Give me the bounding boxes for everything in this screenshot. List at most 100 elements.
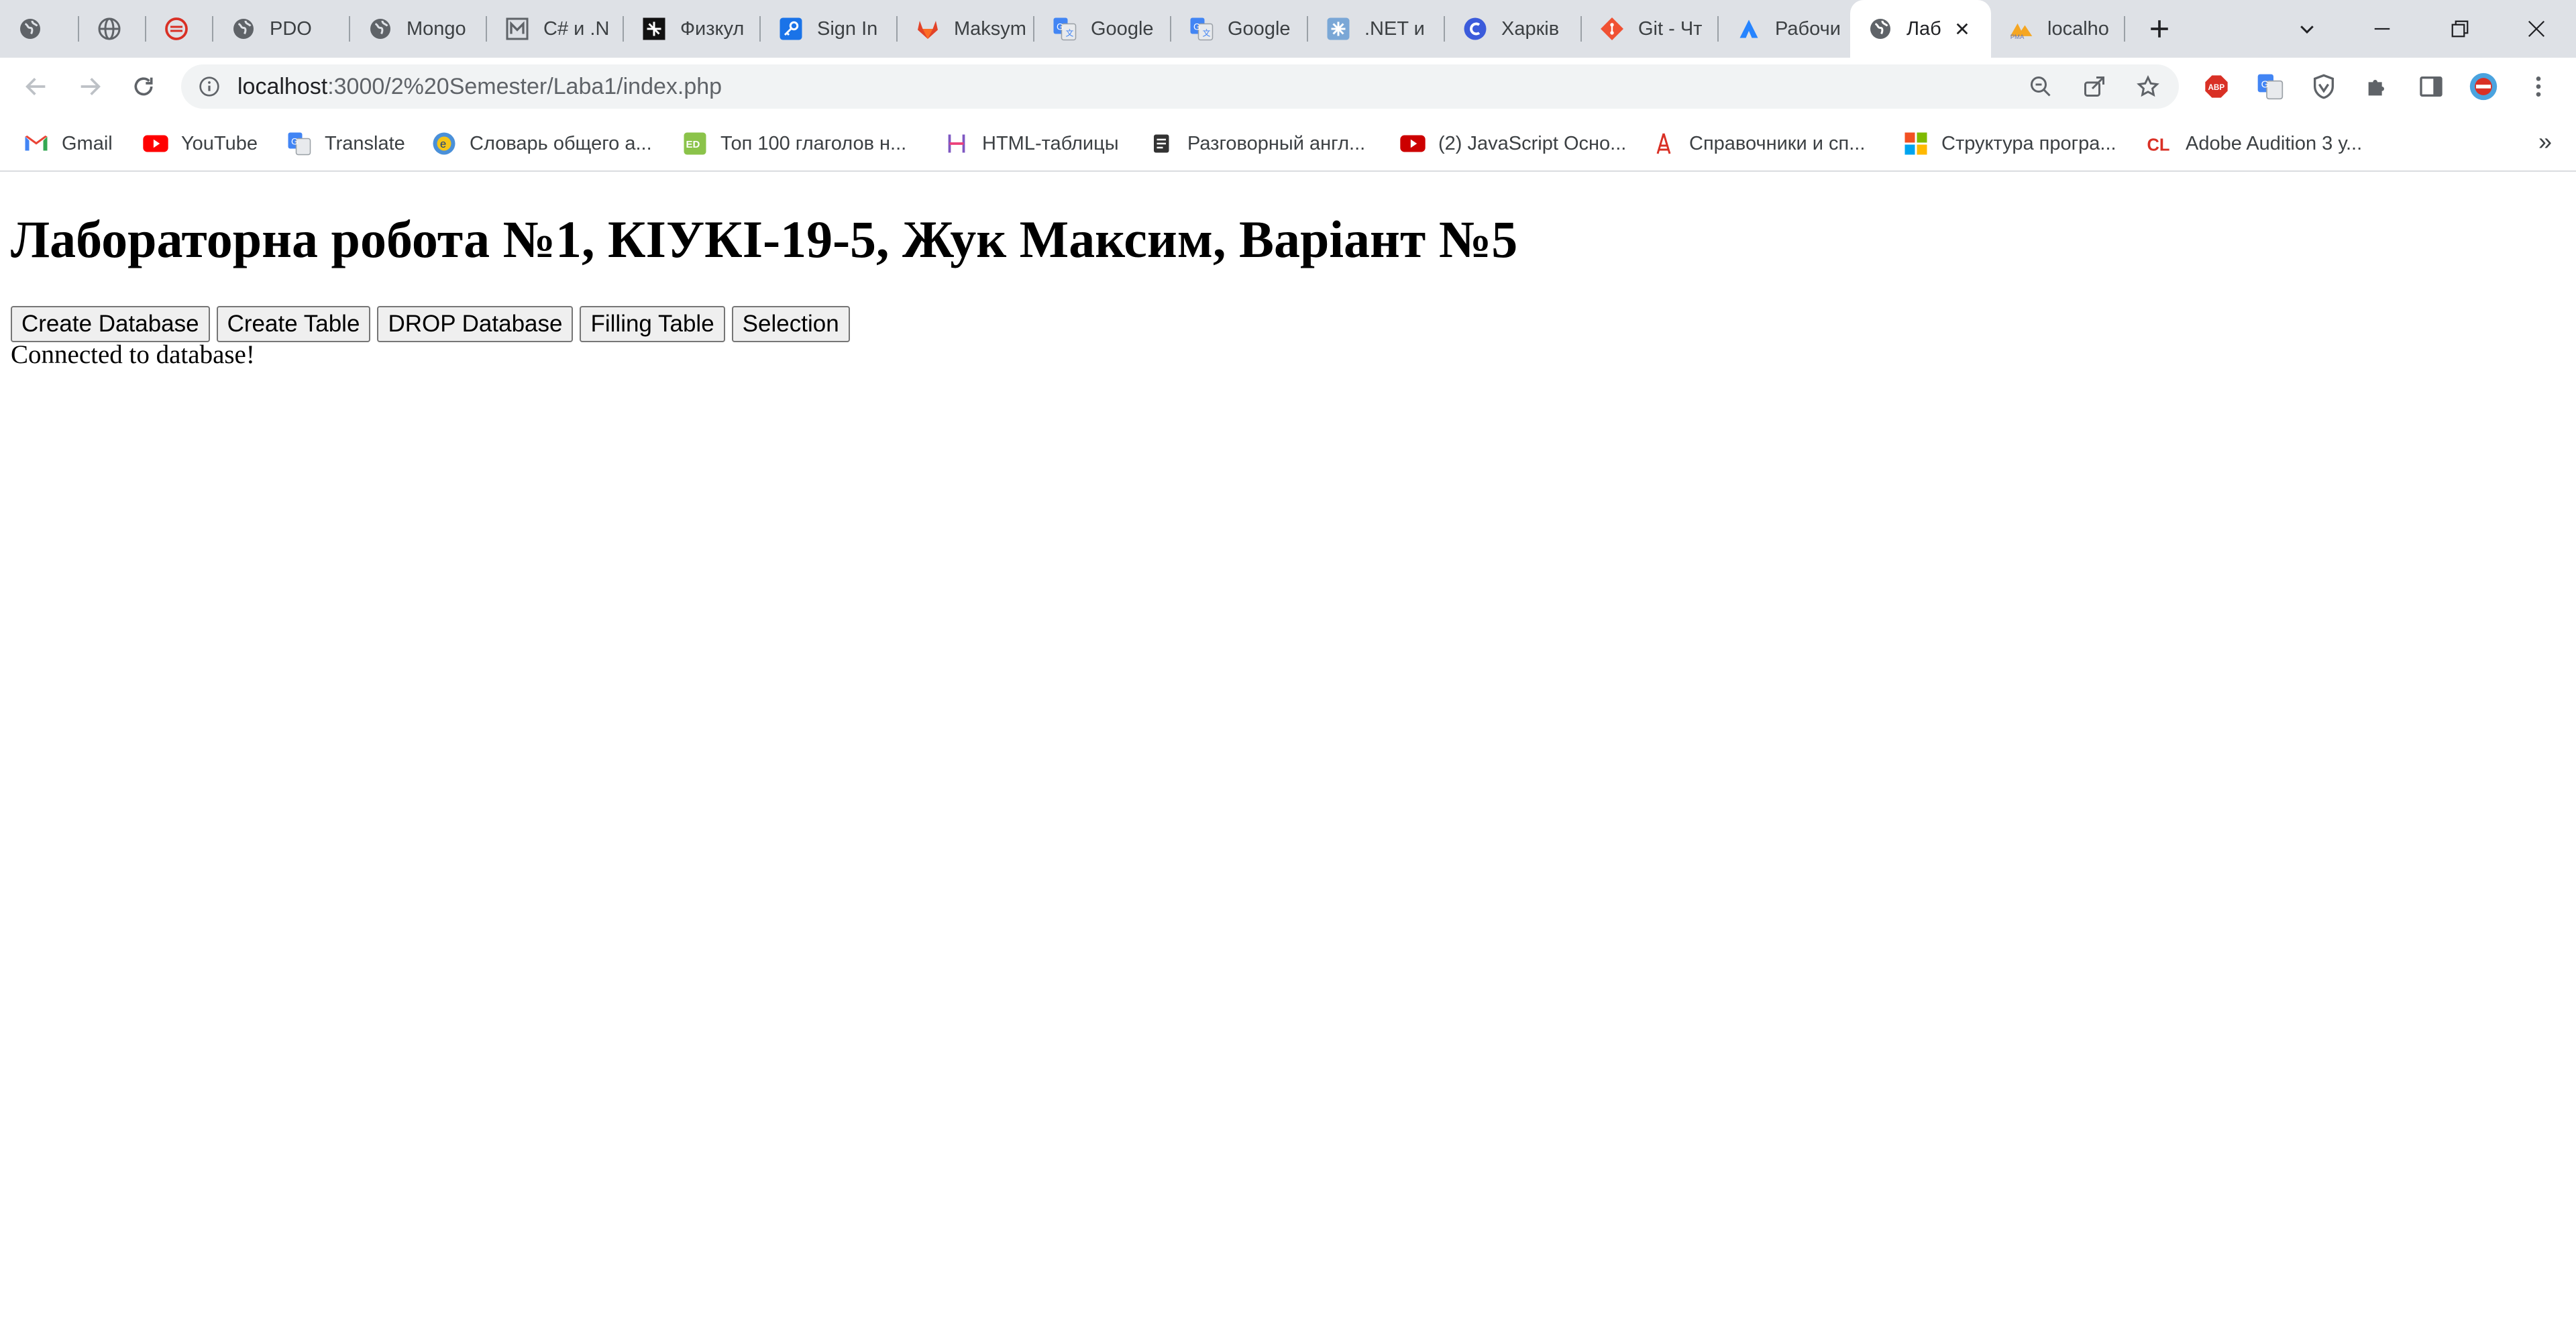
bookmark-adobe-audition[interactable]: CL Adobe Audition 3 у... xyxy=(2147,129,2363,158)
svg-text:ED: ED xyxy=(686,139,700,150)
bookmark-translate[interactable]: G Translate xyxy=(286,129,405,158)
zoom-icon[interactable] xyxy=(2027,73,2054,100)
m-icon xyxy=(504,16,530,42)
tab-10[interactable]: G文 Google xyxy=(1171,0,1308,58)
tab-8[interactable]: Maksym xyxy=(898,0,1034,58)
bookmark-label: Translate xyxy=(325,132,405,154)
bookmarks-bar: Gmail YouTube G Translate e Словарь обще… xyxy=(0,115,2576,172)
dark-logo-icon xyxy=(641,16,667,42)
tab-title: PDO xyxy=(270,17,312,40)
profile-avatar[interactable] xyxy=(2469,72,2498,101)
tab-3[interactable]: PDO xyxy=(213,0,350,58)
bookmark-label: Топ 100 глаголов н... xyxy=(720,132,907,154)
site-info-icon[interactable] xyxy=(199,76,220,97)
gmail-icon xyxy=(23,130,50,157)
asterisk-icon xyxy=(1326,16,1351,42)
microsoft-icon xyxy=(1902,130,1929,157)
drop-database-button[interactable]: DROP Database xyxy=(377,306,574,342)
connection-status: Connected to database! xyxy=(11,340,255,369)
bookmark-label: YouTube xyxy=(181,132,258,154)
extensions-puzzle-icon[interactable] xyxy=(2363,72,2392,101)
google-translate-extension-icon[interactable]: G xyxy=(2255,72,2285,101)
url-text[interactable]: localhost:3000/2%20Semester/Laba1/index.… xyxy=(237,64,722,109)
url-path: :3000/2%20Semester/Laba1/index.php xyxy=(327,74,722,99)
tab-5[interactable]: C# и .N xyxy=(487,0,624,58)
reload-button[interactable] xyxy=(129,72,158,101)
bookmark-verbs[interactable]: ED Топ 100 глаголов н... xyxy=(682,129,906,158)
forward-button[interactable] xyxy=(75,72,105,101)
bookmark-english[interactable]: Разговорный англ... xyxy=(1148,129,1365,158)
page-heading: Лабораторна робота №1, КІУКІ-19-5, Жук М… xyxy=(11,210,1518,268)
phpmyadmin-icon: PMA xyxy=(2008,16,2034,42)
bookmark-star-icon[interactable] xyxy=(2135,73,2161,100)
bookmark-label: Gmail xyxy=(62,132,113,154)
new-tab-button[interactable] xyxy=(2143,13,2176,44)
tab-title: Физкул xyxy=(680,17,745,40)
svg-text:e: e xyxy=(440,138,446,150)
bookmarks-overflow-button[interactable]: » xyxy=(2538,127,2552,156)
bookmark-html-tables[interactable]: HTML-таблицы xyxy=(943,129,1119,158)
bookmark-youtube[interactable]: YouTube xyxy=(142,129,258,158)
svg-text:ABP: ABP xyxy=(2208,83,2225,92)
side-panel-icon[interactable] xyxy=(2416,72,2446,101)
tab-title: Рабочи xyxy=(1775,17,1841,40)
bookmark-program-structure[interactable]: Структура програ... xyxy=(1902,129,2116,158)
browser-menu-icon[interactable] xyxy=(2524,72,2553,101)
svg-text:文: 文 xyxy=(1066,28,1074,38)
tab-14[interactable]: Рабочи xyxy=(1719,0,1856,58)
svg-text:G: G xyxy=(1193,22,1201,32)
tab-2[interactable] xyxy=(146,0,213,58)
key-icon xyxy=(778,16,804,42)
tab-15-active[interactable]: Лаб xyxy=(1850,0,1991,58)
tab-16[interactable]: PMA localho xyxy=(1991,0,2125,58)
filling-table-button[interactable]: Filling Table xyxy=(580,306,725,342)
youtube-icon xyxy=(142,130,169,157)
adblock-icon[interactable]: ABP xyxy=(2202,72,2231,101)
git-icon xyxy=(1599,16,1625,42)
tab-search-button[interactable] xyxy=(2267,0,2347,58)
bookmark-label: Adobe Audition 3 у... xyxy=(2186,132,2363,154)
globe-icon xyxy=(1868,16,1893,42)
bookmark-gmail[interactable]: Gmail xyxy=(23,129,113,158)
tab-0[interactable] xyxy=(0,0,79,58)
scroll-icon xyxy=(1148,130,1175,157)
selection-button[interactable]: Selection xyxy=(731,306,850,342)
create-table-button[interactable]: Create Table xyxy=(216,306,371,342)
svg-text:CL: CL xyxy=(2147,136,2170,155)
bookmark-label: Словарь общего а... xyxy=(470,132,652,154)
vpn-shield-icon[interactable] xyxy=(2309,72,2339,101)
globe-icon xyxy=(231,16,256,42)
ed-icon: ED xyxy=(682,130,708,157)
create-database-button[interactable]: Create Database xyxy=(11,306,210,342)
bookmark-javascript[interactable]: (2) JavaScript Осно... xyxy=(1399,129,1626,158)
tab-6[interactable]: Физкул xyxy=(624,0,761,58)
back-button[interactable] xyxy=(21,72,51,101)
tab-4[interactable]: Mongo xyxy=(350,0,487,58)
restore-button[interactable] xyxy=(2420,0,2500,58)
close-tab-icon[interactable] xyxy=(1951,17,1974,40)
address-bar[interactable]: localhost:3000/2%20Semester/Laba1/index.… xyxy=(181,64,2179,109)
tab-13[interactable]: Git - Чт xyxy=(1582,0,1719,58)
url-host: localhost xyxy=(237,74,328,99)
svg-text:PMA: PMA xyxy=(2010,34,2025,41)
tab-9[interactable]: G文 Google xyxy=(1034,0,1171,58)
bookmark-dictionary[interactable]: e Словарь общего а... xyxy=(431,129,652,158)
tab-title: Mongo xyxy=(407,17,466,40)
bookmark-label: Справочники и сп... xyxy=(1689,132,1866,154)
bookmark-references[interactable]: Справочники и сп... xyxy=(1650,129,1865,158)
tab-7[interactable]: Sign In xyxy=(761,0,898,58)
svg-text:G: G xyxy=(291,137,299,147)
close-window-button[interactable] xyxy=(2497,0,2576,58)
bookmark-label: Структура програ... xyxy=(1941,132,2116,154)
tab-1[interactable] xyxy=(79,0,146,58)
action-buttons: Create Database Create Table DROP Databa… xyxy=(11,306,850,342)
tab-12[interactable]: Харків xyxy=(1445,0,1582,58)
atlassian-icon xyxy=(1736,16,1762,42)
minimize-button[interactable] xyxy=(2343,0,2422,58)
browser-toolbar: localhost:3000/2%20Semester/Laba1/index.… xyxy=(0,58,2576,115)
share-icon[interactable] xyxy=(2081,73,2108,100)
tab-11[interactable]: .NET и xyxy=(1308,0,1445,58)
bookmark-label: HTML-таблицы xyxy=(982,132,1119,154)
google-translate-icon: G文 xyxy=(1189,16,1214,42)
svg-text:G: G xyxy=(2261,79,2269,91)
